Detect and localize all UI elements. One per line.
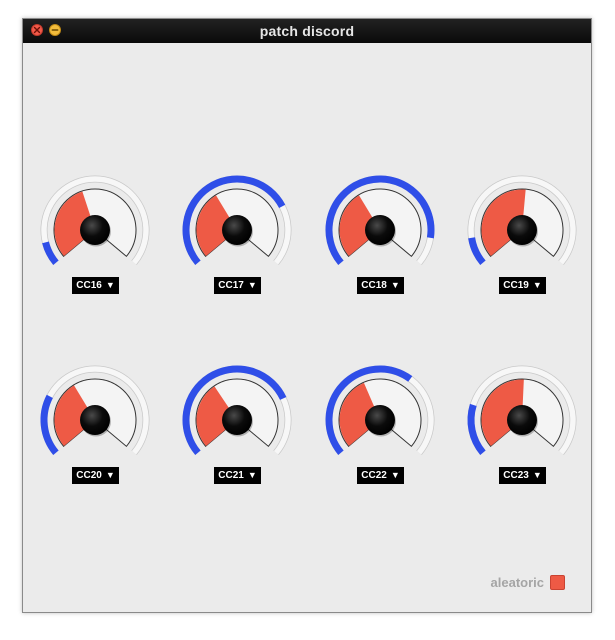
- knob[interactable]: [222, 215, 252, 245]
- dial-graphic[interactable]: [466, 174, 578, 286]
- dial-graphic[interactable]: [324, 364, 436, 476]
- cc-selector-label: CC17: [218, 280, 244, 291]
- modulation-arc: [468, 237, 486, 266]
- modulation-arc: [467, 403, 486, 456]
- cc-selector-label: CC19: [503, 280, 529, 291]
- dial-cc18[interactable]: CC18 ▼: [324, 174, 436, 302]
- cc-selector[interactable]: CC23 ▼: [499, 467, 546, 484]
- dropdown-arrow-icon: ▼: [247, 280, 257, 290]
- dropdown-arrow-icon: ▼: [105, 280, 115, 290]
- dropdown-arrow-icon: ▼: [532, 280, 542, 290]
- knob[interactable]: [365, 215, 395, 245]
- dial-cc23[interactable]: CC23 ▼: [466, 364, 578, 492]
- cc-selector[interactable]: CC21 ▼: [214, 467, 261, 484]
- dropdown-arrow-icon: ▼: [390, 280, 400, 290]
- dial-graphic[interactable]: [466, 364, 578, 476]
- cc-selector-label: CC21: [218, 470, 244, 481]
- dial-cc21[interactable]: CC21 ▼: [181, 364, 293, 492]
- cc-selector[interactable]: CC20 ▼: [72, 467, 119, 484]
- dial-cc16[interactable]: CC16 ▼: [39, 174, 151, 302]
- cc-selector-label: CC16: [76, 280, 102, 291]
- knob[interactable]: [222, 405, 252, 435]
- dial-graphic[interactable]: [181, 364, 293, 476]
- knob[interactable]: [507, 405, 537, 435]
- dial-graphic[interactable]: [39, 364, 151, 476]
- cc-selector-label: CC20: [76, 470, 102, 481]
- dropdown-arrow-icon: ▼: [390, 470, 400, 480]
- dropdown-arrow-icon: ▼: [532, 470, 542, 480]
- cc-selector-label: CC22: [361, 470, 387, 481]
- dial-graphic[interactable]: [324, 174, 436, 286]
- title-bar[interactable]: patch discord: [23, 19, 591, 43]
- knob[interactable]: [80, 215, 110, 245]
- dropdown-arrow-icon: ▼: [247, 470, 257, 480]
- knob[interactable]: [507, 215, 537, 245]
- dial-graphic[interactable]: [181, 174, 293, 286]
- aleatoric-label: aleatoric: [490, 575, 544, 590]
- knob[interactable]: [365, 405, 395, 435]
- modulation-arc: [42, 241, 59, 266]
- aleatoric-checkbox[interactable]: [550, 575, 565, 590]
- app-window: patch discord CC16 ▼ CC17 ▼ CC18 ▼ CC19 ▼ CC20 ▼ C…: [22, 18, 592, 613]
- knob[interactable]: [80, 405, 110, 435]
- dial-cc17[interactable]: CC17 ▼: [181, 174, 293, 302]
- cc-selector[interactable]: CC19 ▼: [499, 277, 546, 294]
- dial-cc19[interactable]: CC19 ▼: [466, 174, 578, 302]
- cc-selector[interactable]: CC18 ▼: [357, 277, 404, 294]
- dial-cc22[interactable]: CC22 ▼: [324, 364, 436, 492]
- cc-selector[interactable]: CC16 ▼: [72, 277, 119, 294]
- cc-selector-label: CC18: [361, 280, 387, 291]
- dial-graphic[interactable]: [39, 174, 151, 286]
- dial-cc20[interactable]: CC20 ▼: [39, 364, 151, 492]
- aleatoric-toggle[interactable]: aleatoric: [491, 575, 565, 590]
- cc-selector-label: CC23: [503, 470, 529, 481]
- window-title: patch discord: [259, 23, 355, 39]
- cc-selector[interactable]: CC22 ▼: [357, 467, 404, 484]
- cc-selector[interactable]: CC17 ▼: [214, 277, 261, 294]
- dropdown-arrow-icon: ▼: [105, 470, 115, 480]
